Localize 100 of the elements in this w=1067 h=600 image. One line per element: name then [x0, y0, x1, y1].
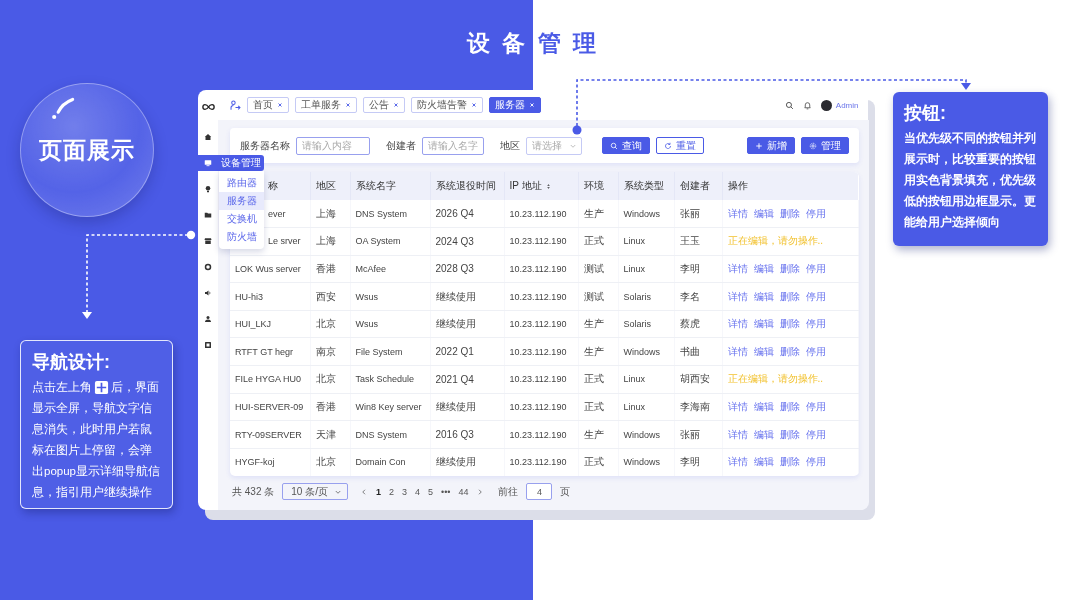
- table-cell: 2022 Q1: [430, 337, 504, 366]
- page-number[interactable]: •••: [441, 486, 451, 497]
- page-size-select[interactable]: 10 条/页: [282, 483, 348, 501]
- note-text: 当优先级不同的按钮并列展示时，比较重要的按钮用实色背景填充，优先级低的按钮用边框显示。更能给用户选择倾向: [904, 130, 1037, 230]
- action-link[interactable]: 详情: [727, 262, 748, 276]
- close-icon[interactable]: [277, 102, 283, 108]
- submenu-item[interactable]: 服务器: [219, 192, 264, 210]
- table-cell: 天津: [310, 420, 350, 449]
- action-link[interactable]: 编辑: [753, 427, 774, 442]
- table-cell: 测试: [578, 255, 618, 283]
- table-cell: 生产: [578, 337, 618, 366]
- close-icon[interactable]: [345, 102, 351, 108]
- action-link[interactable]: 删除: [779, 317, 800, 332]
- page-number[interactable]: 4: [415, 486, 420, 497]
- action-link[interactable]: 详情: [727, 317, 748, 332]
- page-field[interactable]: 4: [526, 483, 553, 501]
- ring-icon[interactable]: [204, 263, 212, 271]
- action-link[interactable]: 停用: [805, 399, 826, 414]
- action-link[interactable]: 删除: [779, 206, 800, 221]
- search-icon[interactable]: [784, 100, 794, 110]
- action-link[interactable]: 详情: [727, 206, 748, 221]
- add-button[interactable]: 新增: [746, 137, 795, 154]
- user-icon[interactable]: [204, 315, 212, 323]
- action-link[interactable]: 编辑: [753, 289, 774, 304]
- tab[interactable]: 首页: [247, 97, 289, 113]
- page-number[interactable]: 3: [401, 486, 407, 497]
- table-cell: 2024 Q3: [430, 227, 504, 256]
- bell-icon[interactable]: [802, 100, 812, 110]
- sort-icon[interactable]: [544, 182, 552, 190]
- query-button[interactable]: 查询: [602, 137, 650, 154]
- status-notice: 正在编辑，请勿操作..: [727, 373, 824, 385]
- action-link[interactable]: 编辑: [753, 206, 774, 221]
- action-link[interactable]: 详情: [727, 399, 748, 414]
- table-cell: Linux: [618, 393, 674, 421]
- user-name[interactable]: Admin: [835, 100, 859, 110]
- action-link[interactable]: 编辑: [753, 344, 774, 359]
- column-header: 系统退役时间: [430, 172, 504, 200]
- table-cell: 李明: [674, 448, 722, 476]
- infinity-icon: [200, 102, 216, 112]
- action-link[interactable]: 详情: [727, 344, 748, 359]
- shop-icon[interactable]: [204, 237, 212, 245]
- action-link[interactable]: 停用: [805, 317, 826, 332]
- action-link[interactable]: 删除: [779, 399, 800, 414]
- action-link[interactable]: 停用: [805, 455, 826, 470]
- close-icon[interactable]: [393, 102, 399, 108]
- folder-icon[interactable]: [204, 211, 212, 219]
- table-cell: 10.23.112.190: [504, 365, 578, 394]
- action-link[interactable]: 删除: [779, 427, 800, 442]
- note-text: 显示全屏，导航文字信息消失，此时用户若鼠标在图片上停留，会弹出popup显示详细导航信息，指引用户继续操作: [32, 401, 161, 500]
- action-link[interactable]: 详情: [727, 455, 748, 470]
- user-arrow-icon[interactable]: [230, 99, 241, 111]
- action-link[interactable]: 详情: [727, 427, 748, 442]
- manage-button[interactable]: 管理: [800, 137, 849, 154]
- page-number[interactable]: 44: [458, 486, 469, 497]
- table-cell: 10.23.112.190: [504, 282, 578, 311]
- close-icon[interactable]: [471, 102, 477, 108]
- page-number[interactable]: 1: [375, 486, 381, 497]
- tab[interactable]: 公告: [363, 97, 405, 113]
- tab[interactable]: 防火墙告警: [411, 97, 483, 113]
- tab[interactable]: 工单服务: [295, 97, 357, 113]
- action-link[interactable]: 编辑: [753, 262, 774, 276]
- home-icon[interactable]: [204, 133, 212, 141]
- action-link[interactable]: 编辑: [753, 399, 774, 414]
- text-field[interactable]: 请输入内容: [296, 136, 370, 155]
- action-link[interactable]: 删除: [779, 262, 800, 276]
- table-cell: HYGF-koj: [230, 448, 310, 476]
- menu-item[interactable]: 设备管理: [198, 155, 264, 171]
- action-link[interactable]: 停用: [805, 344, 826, 359]
- column-header: 操作: [722, 172, 858, 200]
- action-link[interactable]: 详情: [727, 289, 748, 304]
- table-cell: 生产: [578, 200, 618, 228]
- text-field[interactable]: 请输入名字: [422, 136, 484, 155]
- action-link[interactable]: 停用: [805, 427, 826, 442]
- action-link[interactable]: 编辑: [753, 455, 774, 470]
- action-link[interactable]: 停用: [805, 262, 826, 276]
- table-cell: 上海: [310, 200, 350, 228]
- page-number[interactable]: 5: [428, 486, 433, 497]
- select-field[interactable]: 请选择: [526, 136, 582, 155]
- action-link[interactable]: 停用: [805, 206, 826, 221]
- tab[interactable]: 服务器: [489, 97, 541, 113]
- page-number[interactable]: 2: [388, 486, 394, 497]
- table-cell: 2016 Q3: [430, 420, 504, 449]
- speaker-icon[interactable]: [204, 289, 212, 297]
- square-icon[interactable]: [204, 341, 212, 349]
- action-link[interactable]: 删除: [779, 289, 800, 304]
- table-cell: Task Schedule: [350, 365, 430, 394]
- table-cell: Wsus: [350, 310, 430, 338]
- table-cell: 10.23.112.190: [504, 393, 578, 421]
- action-link[interactable]: 停用: [805, 289, 826, 304]
- reset-button[interactable]: 重置: [656, 137, 704, 154]
- shine-drawing: [51, 97, 75, 121]
- action-link[interactable]: 编辑: [753, 317, 774, 332]
- bulb-icon[interactable]: [204, 185, 212, 193]
- action-link[interactable]: 删除: [779, 344, 800, 359]
- total-count: 共 432 条: [232, 484, 275, 499]
- field-label: 服务器名称: [240, 138, 290, 153]
- action-link[interactable]: 删除: [779, 455, 800, 470]
- note-heading: 导航设计:: [32, 351, 111, 374]
- table-cell: 张丽: [674, 420, 722, 449]
- avatar[interactable]: [820, 99, 832, 111]
